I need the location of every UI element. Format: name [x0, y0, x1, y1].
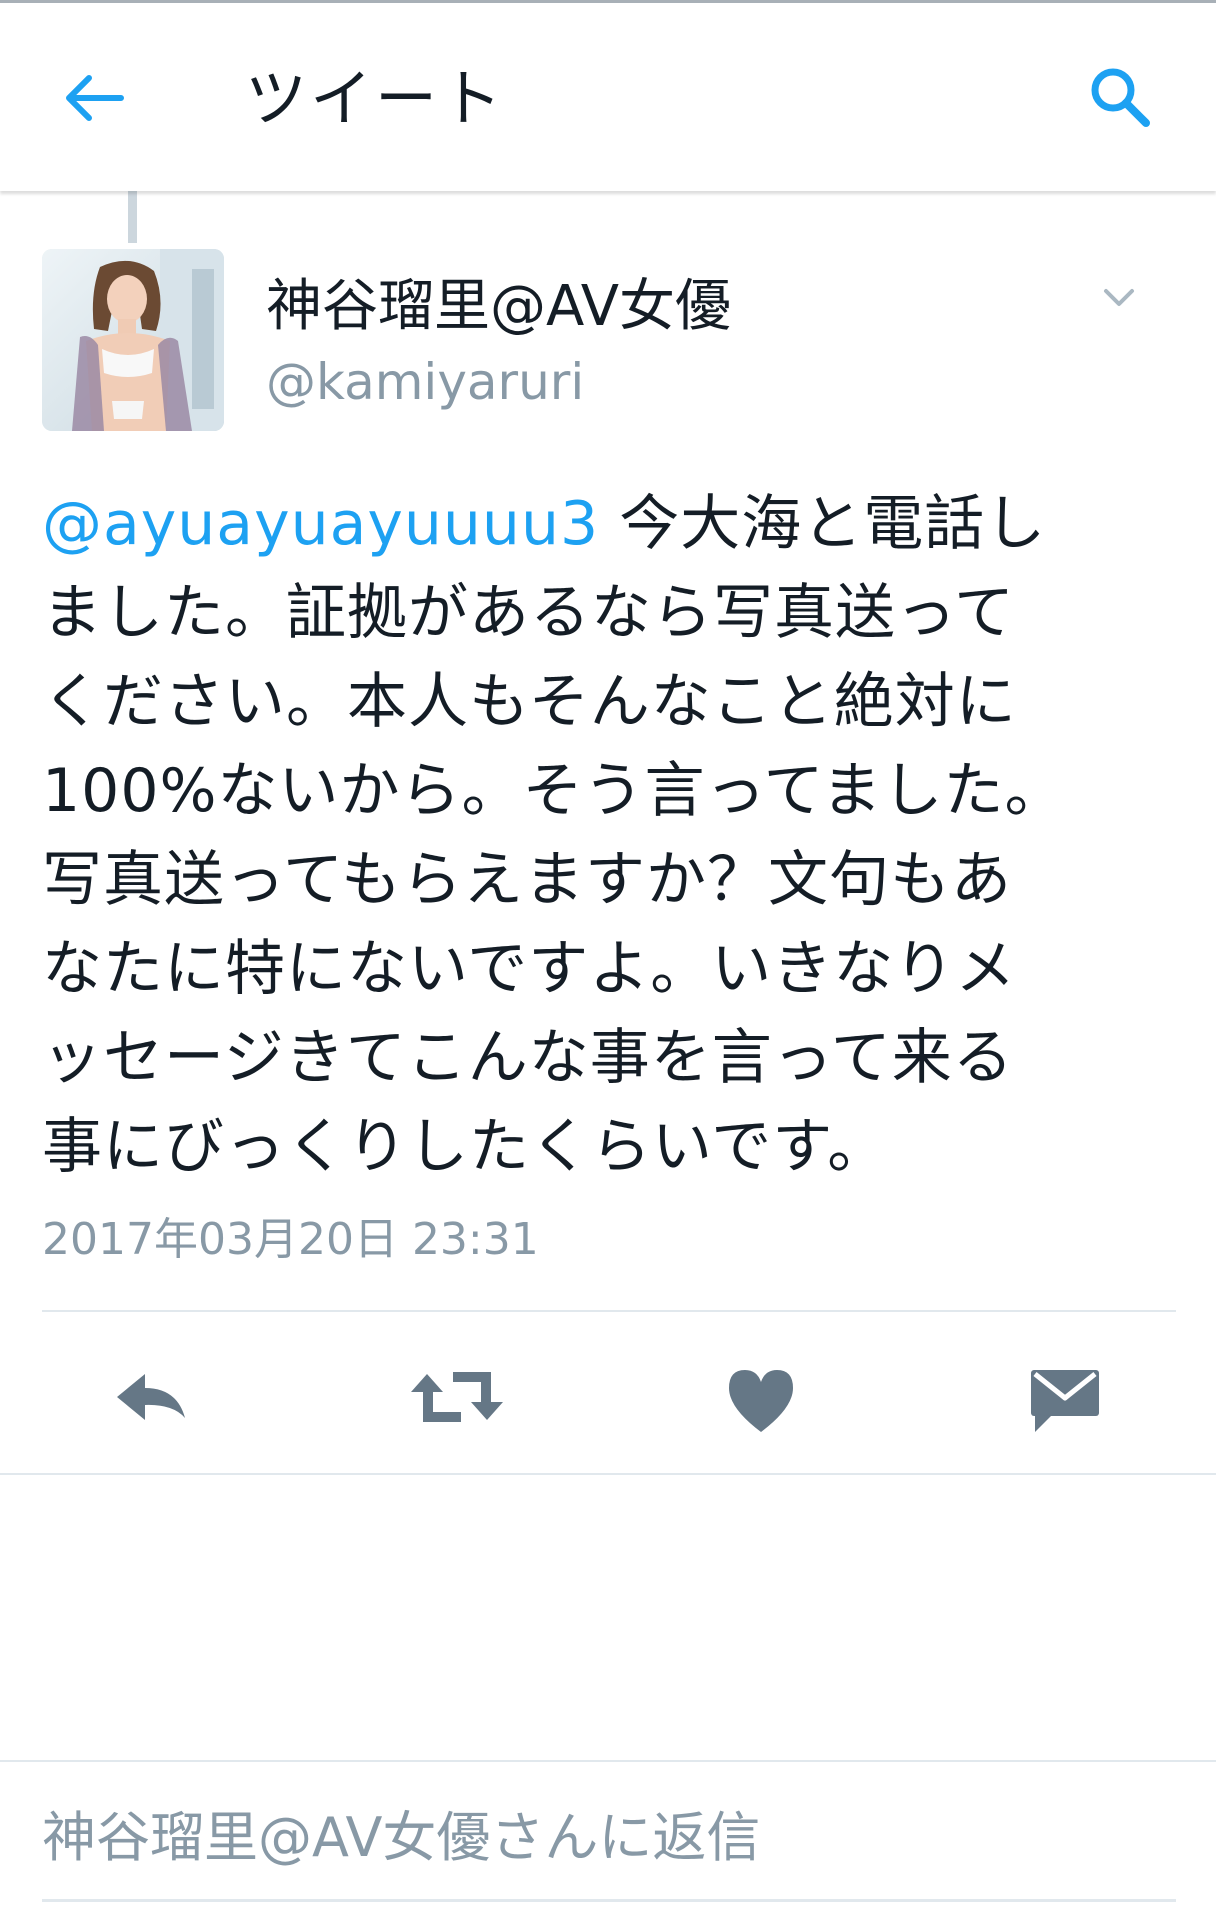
search-icon: [1091, 68, 1150, 127]
tweet-line: @ayuayuayuuuu3 今大海と電話し: [42, 480, 1182, 569]
chevron-down-icon: [1104, 289, 1134, 306]
reply-placeholder: 神谷瑠里@AV女優さんに返信: [42, 1806, 761, 1869]
tweet-line-text: ました。証拠があるなら写真送って: [42, 578, 1015, 648]
tweet-line-text: 100%ないから。そう言ってました。: [42, 756, 1066, 826]
avatar[interactable]: [42, 249, 224, 431]
tweet-line: なたに特にないですよ。いきなりメ: [42, 925, 1182, 1014]
tweet-line-text: 事にびっくりしたくらいです。: [42, 1112, 889, 1182]
search-button[interactable]: [1078, 55, 1164, 141]
like-button[interactable]: [706, 1352, 816, 1442]
arrow-left-icon: [66, 75, 124, 121]
tweet-text: @ayuayuayuuuu3 今大海と電話し ました。証拠があるなら写真送って …: [42, 480, 1182, 1192]
back-button[interactable]: [52, 55, 138, 141]
divider: [42, 1310, 1176, 1312]
mention-link[interactable]: @ayuayuayuuuu3: [42, 489, 599, 559]
avatar-photo: [42, 249, 224, 431]
tweet-line: 事にびっくりしたくらいです。: [42, 1103, 1182, 1192]
author-handle[interactable]: @kamiyaruri: [266, 352, 584, 412]
heart-icon: [729, 1370, 793, 1432]
tweet-line: 写真送ってもらえますか？文句もあ: [42, 836, 1182, 925]
author-display-name[interactable]: 神谷瑠里@AV女優: [266, 268, 731, 346]
tweet-line-text: ッセージきてこんな事を言って来る: [42, 1023, 1014, 1093]
tweet-line-text: ください。本人もそんなこと絶対に: [42, 667, 1017, 737]
reply-icon: [117, 1374, 185, 1420]
divider: [0, 1760, 1216, 1762]
retweet-button[interactable]: [402, 1352, 512, 1442]
tweet-timestamp[interactable]: 2017年03月20日 23:31: [42, 1208, 539, 1272]
tweet-detail-screen: ツイート 神谷瑠里@AV女優 @kamiyaruri @ayuayuayuuuu…: [0, 0, 1216, 1920]
page-title: ツイート: [245, 62, 506, 135]
tweet-line: 100%ないから。そう言ってました。: [42, 747, 1182, 836]
tweet-line-text: なたに特にないですよ。いきなりメ: [42, 934, 1017, 1004]
reply-input[interactable]: 神谷瑠里@AV女優さんに返信: [42, 1776, 1176, 1902]
tweet-line-text: 写真送ってもらえますか？文句もあ: [42, 845, 1012, 915]
thread-connector: [128, 191, 137, 243]
tweet-line: ください。本人もそんなこと絶対に: [42, 658, 1182, 747]
divider: [0, 1473, 1216, 1475]
envelope-icon: [1031, 1370, 1099, 1432]
tweet-menu-button[interactable]: [1094, 278, 1144, 318]
retweet-icon: [411, 1372, 503, 1422]
reply-button[interactable]: [96, 1352, 206, 1442]
tweet-line-text: 今大海と電話し: [599, 489, 1047, 559]
tweet-line: ました。証拠があるなら写真送って: [42, 569, 1182, 658]
direct-message-button[interactable]: [1010, 1352, 1120, 1442]
tweet-line: ッセージきてこんな事を言って来る: [42, 1014, 1182, 1103]
app-bar: ツイート: [0, 3, 1216, 191]
